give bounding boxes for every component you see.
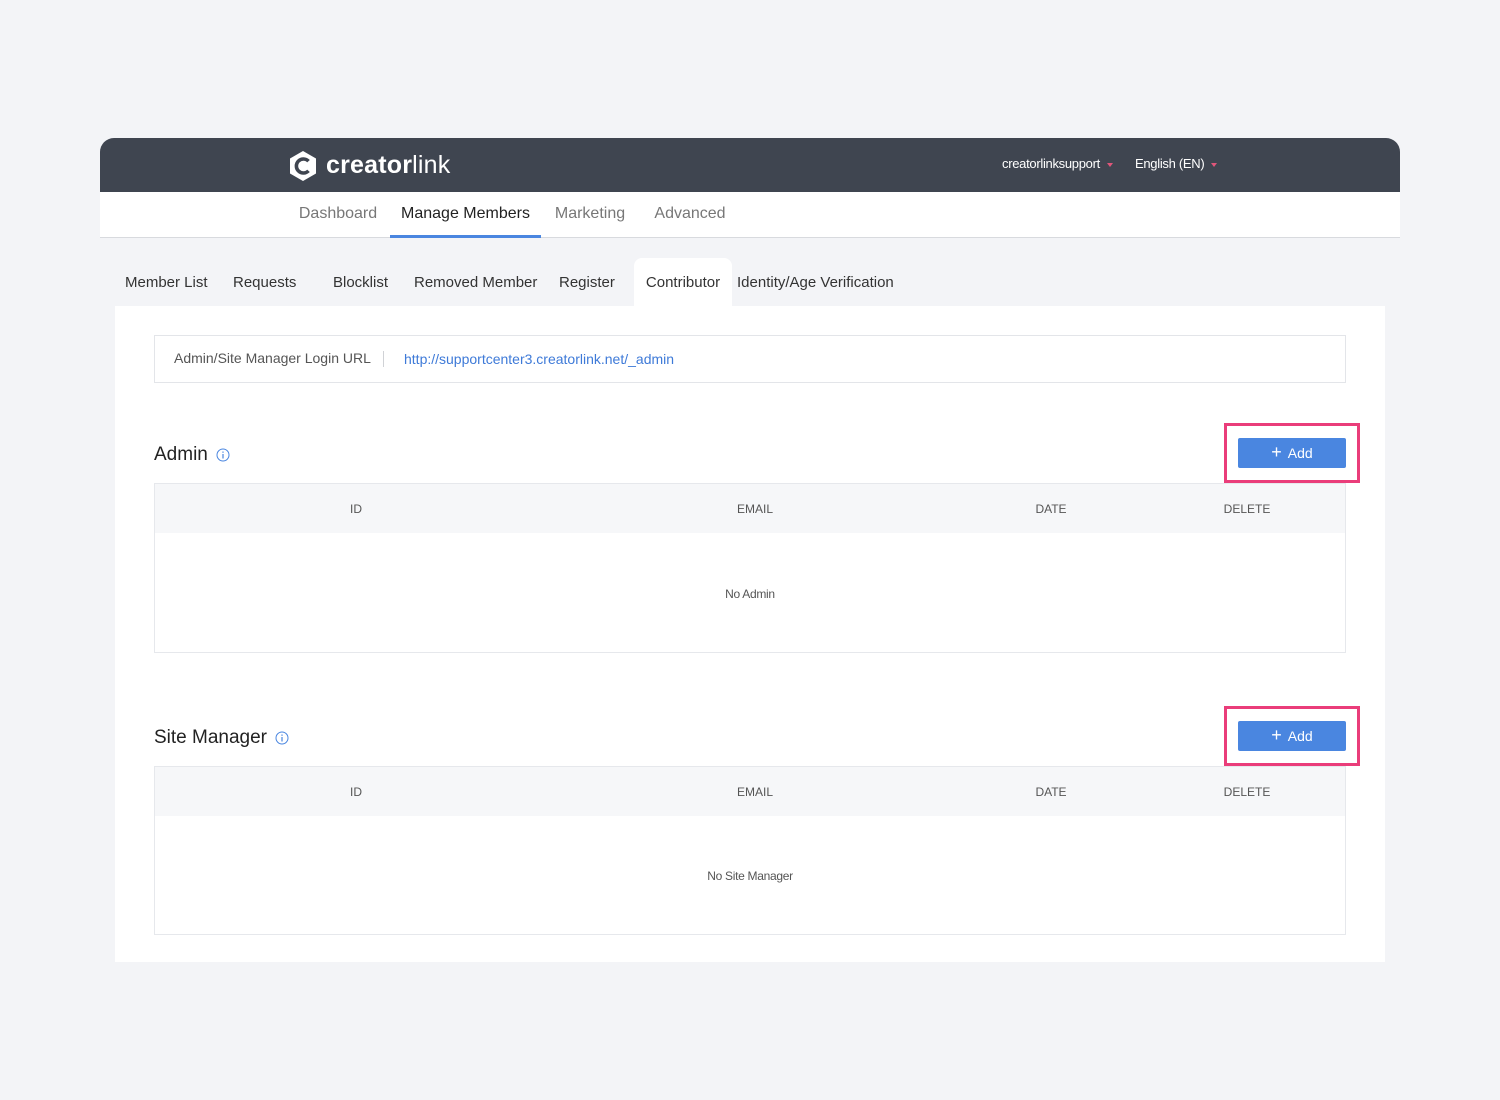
subtab-register[interactable]: Register bbox=[559, 258, 615, 306]
subtab-member-list[interactable]: Member List bbox=[125, 258, 208, 306]
main-nav: Dashboard Manage Members Marketing Advan… bbox=[100, 192, 1400, 238]
column-header-date: DATE bbox=[1035, 785, 1067, 799]
login-url-box: Admin/Site Manager Login URL http://supp… bbox=[154, 335, 1346, 383]
column-header-delete: DELETE bbox=[1223, 502, 1271, 516]
add-admin-button[interactable]: + Add bbox=[1238, 438, 1346, 468]
column-header-delete: DELETE bbox=[1223, 785, 1271, 799]
brand-logo[interactable]: creatorlink bbox=[288, 150, 450, 181]
column-header-date: DATE bbox=[1035, 502, 1067, 516]
user-name: creatorlinksupport bbox=[1002, 156, 1100, 171]
tab-marketing[interactable]: Marketing bbox=[550, 192, 630, 238]
column-header-id: ID bbox=[350, 785, 362, 799]
admin-table: ID EMAIL DATE DELETE No Admin bbox=[154, 483, 1346, 653]
column-header-email: EMAIL bbox=[736, 502, 774, 516]
site-manager-empty-message: No Site Manager bbox=[707, 869, 793, 883]
site-manager-section-title: Site Manager bbox=[154, 725, 289, 751]
top-bar: creatorlink creatorlinksupport English (… bbox=[100, 138, 1400, 192]
contributor-panel: Admin/Site Manager Login URL http://supp… bbox=[115, 306, 1385, 962]
column-header-id: ID bbox=[350, 502, 362, 516]
caret-down-icon bbox=[1211, 162, 1218, 167]
caret-down-icon bbox=[1106, 162, 1113, 167]
sub-nav: Member List Requests Blocklist Removed M… bbox=[100, 258, 1400, 306]
subtab-identity-age-verification[interactable]: Identity/Age Verification bbox=[737, 258, 894, 306]
tab-dashboard[interactable]: Dashboard bbox=[290, 192, 386, 238]
table-header: ID EMAIL DATE DELETE bbox=[155, 767, 1345, 816]
subtab-removed-member[interactable]: Removed Member bbox=[414, 258, 537, 306]
subtab-contributor[interactable]: Contributor bbox=[634, 258, 732, 306]
subtab-requests[interactable]: Requests bbox=[233, 258, 296, 306]
add-admin-label: Add bbox=[1287, 445, 1313, 461]
logo-icon bbox=[290, 150, 316, 181]
subtab-blocklist[interactable]: Blocklist bbox=[333, 258, 388, 306]
table-header: ID EMAIL DATE DELETE bbox=[155, 484, 1345, 533]
divider bbox=[383, 351, 384, 367]
admin-empty-message: No Admin bbox=[725, 587, 775, 601]
add-site-manager-label: Add bbox=[1287, 728, 1313, 744]
site-manager-table: ID EMAIL DATE DELETE No Site Manager bbox=[154, 766, 1346, 935]
info-icon[interactable] bbox=[216, 446, 230, 468]
app-window: creatorlink creatorlinksupport English (… bbox=[100, 138, 1400, 962]
login-url-label: Admin/Site Manager Login URL bbox=[174, 350, 371, 366]
column-header-email: EMAIL bbox=[736, 785, 774, 799]
language-label: English (EN) bbox=[1135, 156, 1205, 171]
tab-advanced[interactable]: Advanced bbox=[650, 192, 730, 238]
tab-manage-members[interactable]: Manage Members bbox=[390, 192, 541, 238]
language-menu[interactable]: English (EN) bbox=[1135, 156, 1218, 171]
brand-name: creatorlink bbox=[326, 151, 451, 179]
user-menu[interactable]: creatorlinksupport bbox=[1002, 156, 1113, 171]
plus-icon: + bbox=[1271, 725, 1282, 745]
add-site-manager-button[interactable]: + Add bbox=[1238, 721, 1346, 751]
login-url-link[interactable]: http://supportcenter3.creatorlink.net/_a… bbox=[404, 351, 674, 367]
admin-section-title: Admin bbox=[154, 442, 230, 468]
admin-title: Admin bbox=[154, 444, 208, 465]
info-icon[interactable] bbox=[275, 729, 289, 751]
site-manager-title: Site Manager bbox=[154, 727, 268, 748]
plus-icon: + bbox=[1271, 442, 1282, 462]
